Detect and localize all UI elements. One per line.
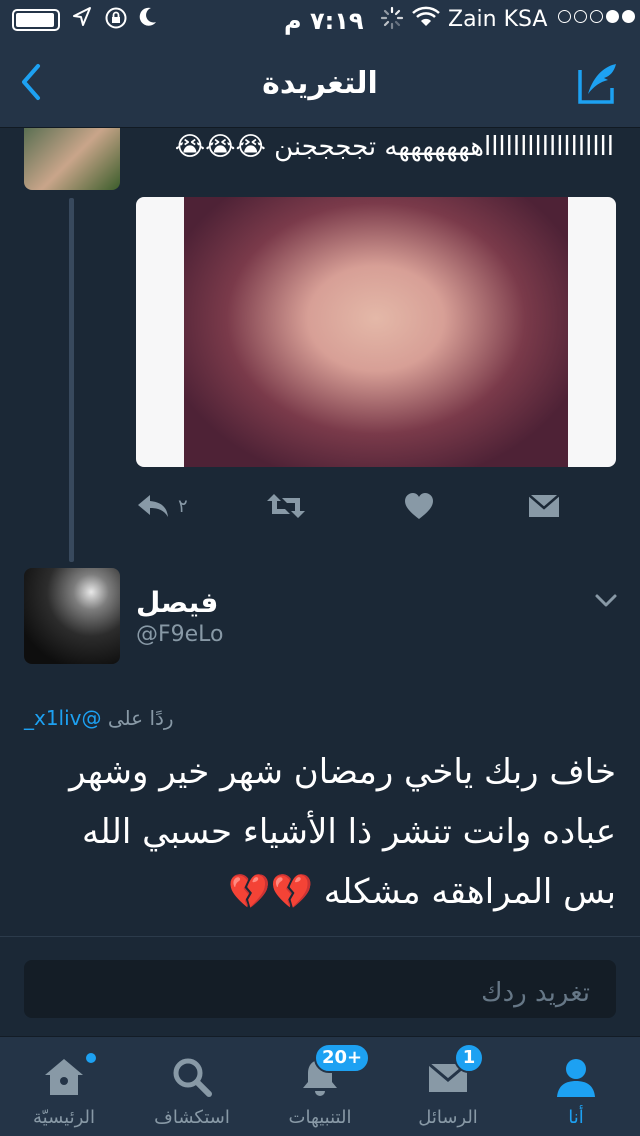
- tab-label-explore: استكشاف: [154, 1107, 230, 1128]
- reply-icon: [138, 495, 168, 517]
- reply-to-prefix: ردًا على: [107, 706, 174, 730]
- avatar[interactable]: [24, 128, 120, 190]
- thread-connector: [69, 198, 74, 562]
- author-avatar[interactable]: [24, 568, 120, 664]
- status-bar: ٧:١٩ م Zain KSA: [0, 0, 640, 40]
- notifications-badge: 20+: [314, 1043, 371, 1073]
- moon-icon: [138, 6, 158, 34]
- rotation-lock-icon: [104, 6, 128, 36]
- loading-spinner-icon: [380, 6, 404, 36]
- messages-badge: 1: [454, 1043, 484, 1073]
- location-icon: [72, 6, 92, 34]
- tab-label-home: الرئيسيّة: [33, 1107, 95, 1128]
- tweet-media-image[interactable]: [136, 197, 616, 467]
- tab-explore[interactable]: استكشاف: [128, 1037, 256, 1136]
- author-handle[interactable]: @F9eLo: [136, 622, 224, 647]
- page-title: التغريدة: [262, 66, 378, 101]
- tab-notifications[interactable]: 20+ التنبيهات: [256, 1037, 384, 1136]
- retweet-icon: [267, 494, 305, 518]
- compose-tweet-icon[interactable]: [576, 60, 622, 106]
- reply-placeholder: تغريد ردك: [481, 978, 590, 1008]
- battery-icon: [12, 9, 60, 31]
- reply-count: ٢: [178, 495, 188, 517]
- reply-button[interactable]: ٢: [136, 488, 188, 524]
- home-new-dot: [84, 1051, 98, 1065]
- tab-label-messages: الرسائل: [418, 1107, 478, 1128]
- tab-bar: الرئيسيّة استكشاف 20+ التنبيهات 1 الرسائ…: [0, 1036, 640, 1136]
- navigation-bar: التغريدة: [0, 40, 640, 128]
- tweet-actions: ٢: [136, 488, 616, 524]
- media-photo: [184, 197, 568, 467]
- like-button[interactable]: [404, 488, 434, 524]
- author-name[interactable]: فيصل: [136, 586, 218, 619]
- retweet-button[interactable]: [266, 488, 306, 524]
- signal-dots-icon: [558, 10, 635, 23]
- tab-home[interactable]: الرئيسيّة: [0, 1037, 128, 1136]
- wifi-icon: [412, 6, 440, 34]
- tab-label-notifications: التنبيهات: [288, 1107, 352, 1128]
- status-time: ٧:١٩ م: [284, 7, 364, 35]
- search-icon: [173, 1058, 212, 1097]
- home-icon: [45, 1059, 83, 1095]
- carrier-name: Zain KSA: [448, 7, 548, 32]
- direct-message-button[interactable]: [528, 488, 560, 524]
- tab-messages[interactable]: 1 الرسائل: [384, 1037, 512, 1136]
- reply-to-line: ردًا على @x1liv_: [24, 706, 174, 730]
- tweet-text: ااااااااااااااااااهههههههه تججججنن 😭😭😭: [174, 132, 614, 162]
- main-tweet-text: خاف ربك ياخي رمضان شهر خير وشهر عباده وا…: [69, 752, 616, 912]
- reply-to-handle[interactable]: @x1liv_: [24, 706, 102, 730]
- chevron-down-icon[interactable]: [592, 590, 620, 612]
- tab-label-me: أنا: [568, 1107, 584, 1128]
- direct-message-icon: [528, 494, 560, 517]
- tab-me[interactable]: أنا: [512, 1037, 640, 1136]
- like-icon: [405, 493, 433, 519]
- profile-person-icon: [557, 1059, 595, 1097]
